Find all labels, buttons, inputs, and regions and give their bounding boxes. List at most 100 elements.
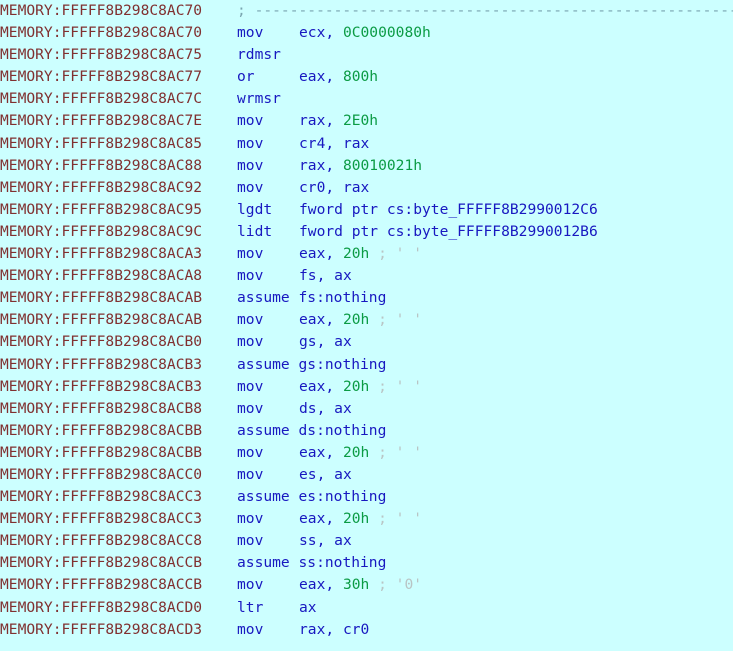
line-address: MEMORY:FFFFF8B298C8AC9C (0, 222, 203, 240)
operand-second: ax (334, 399, 352, 417)
disassembly-line[interactable]: MEMORY:FFFFF8B298C8ACB8 mov ds, ax (0, 398, 733, 420)
operand-first: fword ptr cs:byte_FFFFF8B2990012C6 (299, 200, 598, 218)
instruction-mnemonic: wrmsr (237, 90, 281, 108)
disassembly-line[interactable]: MEMORY:FFFFF8B298C8AC77 or eax, 800h (0, 66, 733, 88)
line-address: MEMORY:FFFFF8B298C8ACD3 (0, 620, 203, 638)
disassembly-line[interactable]: MEMORY:FFFFF8B298C8ACC3 mov eax, 20h ; ' ' (0, 508, 733, 530)
instruction-mnemonic: mov (237, 532, 264, 550)
instruction-operands: gs, ax (299, 331, 352, 353)
line-address: MEMORY:FFFFF8B298C8ACB8 (0, 399, 203, 417)
line-address: MEMORY:FFFFF8B298C8ACAB (0, 311, 203, 329)
assume-directive-keyword: assume (237, 355, 299, 373)
disassembly-line[interactable]: MEMORY:FFFFF8B298C8AC70 mov ecx, 0C0000080… (0, 22, 733, 44)
line-address: MEMORY:FFFFF8B298C8AC70 (0, 2, 203, 19)
operand-second: 20h (342, 311, 370, 329)
instruction-operands: eax, 20h ; ' ' (299, 243, 422, 265)
disassembly-line[interactable]: MEMORY:FFFFF8B298C8AC75 rdmsr (0, 44, 733, 66)
line-address: MEMORY:FFFFF8B298C8AC70 (0, 24, 203, 42)
assume-directive-operand: gs:nothing (298, 355, 387, 373)
operand-first: eax, (299, 245, 335, 263)
disassembly-line[interactable]: MEMORY:FFFFF8B298C8AC7C wrmsr (0, 88, 733, 110)
operand-first: eax, (299, 311, 335, 329)
instruction-operands: cr4, rax (299, 133, 369, 155)
operand-first: fword ptr cs:byte_FFFFF8B2990012B6 (299, 222, 598, 240)
operand-first: rax, (299, 156, 335, 174)
assume-directive-keyword: assume (237, 554, 299, 572)
assume-directive-keyword: assume (237, 421, 299, 439)
instruction-operands: fs, ax (299, 265, 352, 287)
operand-second: 20h (342, 245, 370, 263)
instruction-mnemonic: mov (237, 178, 264, 196)
disassembly-line[interactable]: MEMORY:FFFFF8B298C8ACA3 mov eax, 20h ; ' ' (0, 243, 733, 265)
line-address: MEMORY:FFFFF8B298C8ACC8 (0, 532, 203, 550)
line-address: MEMORY:FFFFF8B298C8AC85 (0, 134, 203, 152)
line-address: MEMORY:FFFFF8B298C8AC95 (0, 200, 203, 218)
line-address: MEMORY:FFFFF8B298C8AC75 (0, 46, 203, 64)
instruction-operands: eax, 20h ; ' ' (299, 508, 422, 530)
disassembly-line[interactable]: MEMORY:FFFFF8B298C8ACD3 mov rax, cr0 (0, 619, 733, 641)
disassembly-line[interactable]: MEMORY:FFFFF8B298C8ACC8 mov ss, ax (0, 530, 733, 552)
instruction-operands: ecx, 0C0000080h (299, 22, 431, 44)
operand-second: 20h (342, 510, 370, 528)
operand-second: 20h (342, 377, 370, 395)
inline-comment: ; ' ' (369, 245, 423, 263)
instruction-operands: eax, 20h ; ' ' (299, 442, 422, 464)
disassembly-line[interactable]: MEMORY:FFFFF8B298C8ACC0 mov es, ax (0, 464, 733, 486)
disassembly-line[interactable]: MEMORY:FFFFF8B298C8ACD0 ltr ax (0, 597, 733, 619)
disassembly-line[interactable]: MEMORY:FFFFF8B298C8AC95 lgdt fword ptr cs:… (0, 199, 733, 221)
instruction-operands: rax, 2E0h (299, 110, 378, 132)
disassembly-line[interactable]: MEMORY:FFFFF8B298C8AC7E mov rax, 2E0h (0, 110, 733, 132)
line-address: MEMORY:FFFFF8B298C8ACAB (0, 289, 203, 307)
instruction-operands: eax, 20h ; ' ' (299, 309, 422, 331)
disassembly-line[interactable]: MEMORY:FFFFF8B298C8ACBB assume ds:nothing (0, 420, 733, 442)
separator-comment: ; --------------------------------------… (237, 2, 733, 19)
operand-first: eax, (299, 377, 335, 395)
disassembly-line[interactable]: MEMORY:FFFFF8B298C8ACB3 assume gs:nothing (0, 354, 733, 376)
operand-second: 80010021h (342, 156, 423, 174)
operand-second: 0C0000080h (342, 24, 431, 42)
disassembly-line[interactable]: MEMORY:FFFFF8B298C8ACA8 mov fs, ax (0, 265, 733, 287)
disassembly-line[interactable]: MEMORY:FFFFF8B298C8AC92 mov cr0, rax (0, 177, 733, 199)
instruction-operands: ds, ax (299, 398, 352, 420)
disassembly-line[interactable]: MEMORY:FFFFF8B298C8ACB3 mov eax, 20h ; ' ' (0, 376, 733, 398)
instruction-mnemonic: mov (237, 311, 264, 329)
instruction-mnemonic: mov (237, 510, 264, 528)
operand-second: 30h (342, 576, 370, 594)
instruction-operands: es, ax (299, 464, 352, 486)
operand-first: rax, (299, 620, 335, 638)
operand-second: 800h (342, 68, 379, 86)
operand-first: ecx, (299, 24, 335, 42)
instruction-mnemonic: ltr (237, 598, 264, 616)
disassembly-line[interactable]: MEMORY:FFFFF8B298C8AC85 mov cr4, rax (0, 133, 733, 155)
operand-first: cr0, (299, 178, 335, 196)
instruction-mnemonic: mov (237, 443, 264, 461)
operand-second: rax (342, 134, 370, 152)
disassembly-line[interactable]: MEMORY:FFFFF8B298C8ACCB assume ss:nothing (0, 552, 733, 574)
instruction-mnemonic: mov (237, 576, 264, 594)
disassembly-line[interactable]: MEMORY:FFFFF8B298C8AC88 mov rax, 80010021h (0, 155, 733, 177)
instruction-mnemonic: rdmsr (237, 46, 281, 64)
disassembly-line[interactable]: MEMORY:FFFFF8B298C8ACC3 assume es:nothing (0, 486, 733, 508)
disassembly-line[interactable]: MEMORY:FFFFF8B298C8ACAB mov eax, 20h ; ' ' (0, 309, 733, 331)
disassembly-line[interactable]: MEMORY:FFFFF8B298C8ACCB mov eax, 30h ; '0' (0, 574, 733, 596)
disassembly-view[interactable]: MEMORY:FFFFF8B298C8AC70 ; ---------------… (0, 0, 733, 651)
disassembly-line[interactable]: MEMORY:FFFFF8B298C8AC9C lidt fword ptr cs:… (0, 221, 733, 243)
instruction-operands: eax, 30h ; '0' (299, 574, 422, 596)
operand-second: 20h (342, 443, 370, 461)
assume-directive-operand: fs:nothing (298, 289, 387, 307)
operand-first: cr4, (299, 134, 335, 152)
instruction-mnemonic: mov (237, 620, 264, 638)
line-address: MEMORY:FFFFF8B298C8ACC0 (0, 465, 203, 483)
disassembly-line[interactable]: MEMORY:FFFFF8B298C8ACAB assume fs:nothing (0, 287, 733, 309)
instruction-mnemonic: mov (237, 245, 264, 263)
instruction-operands: eax, 20h ; ' ' (299, 376, 422, 398)
inline-comment: ; '0' (369, 576, 423, 594)
operand-first: es, (299, 465, 326, 483)
disassembly-line[interactable]: MEMORY:FFFFF8B298C8ACBB mov eax, 20h ; ' ' (0, 442, 733, 464)
line-address: MEMORY:FFFFF8B298C8ACBB (0, 421, 203, 439)
instruction-operands: rax, cr0 (299, 619, 369, 641)
disassembly-line[interactable]: MEMORY:FFFFF8B298C8ACB0 mov gs, ax (0, 331, 733, 353)
assume-directive-keyword: assume (237, 289, 299, 307)
instruction-mnemonic: mov (237, 134, 264, 152)
disassembly-line[interactable]: MEMORY:FFFFF8B298C8AC70 ; ---------------… (0, 0, 733, 22)
